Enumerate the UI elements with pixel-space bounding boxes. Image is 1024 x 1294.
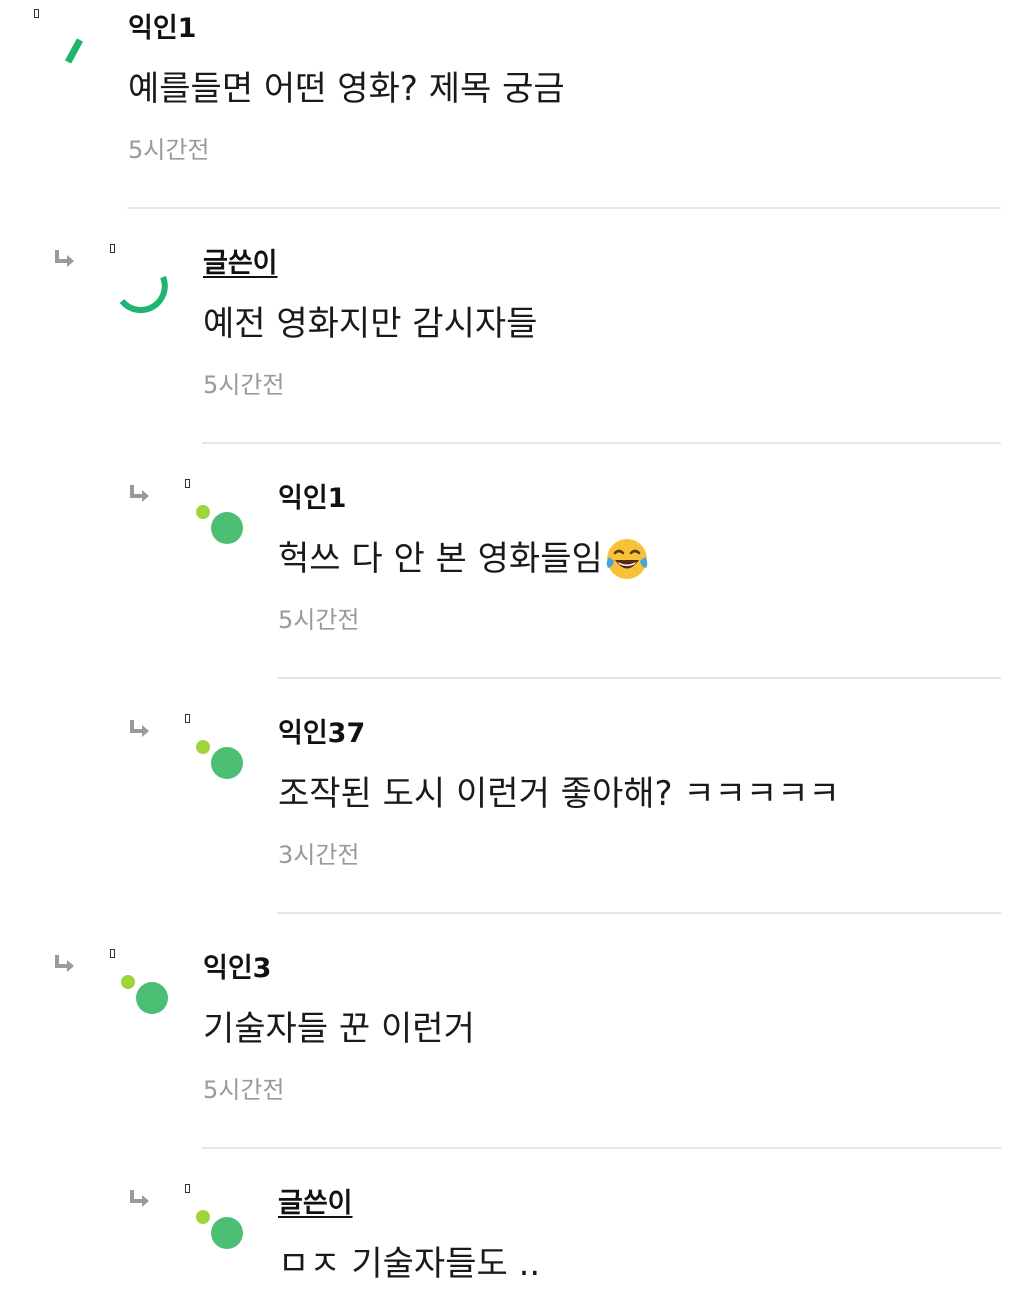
comment-item: 글쓴이 ㅁㅈ 기술자들도 .. <box>0 1175 1024 1294</box>
comment-author[interactable]: 익인1 <box>128 12 565 46</box>
comment-time: 3시간전 <box>278 841 360 869</box>
comment-item: 익인1 헉쓰 다 안 본 영화들임 5시간전 <box>0 470 1024 705</box>
comment-divider <box>277 677 1001 679</box>
comment-item: 글쓴이 예전 영화지만 감시자들 5시간전 <box>0 235 1024 470</box>
comment-text: 예전 영화지만 감시자들 <box>203 302 537 346</box>
comment-divider <box>127 207 1001 209</box>
comment-text: 예를들면 어떤 영화? 제목 궁금 <box>128 67 565 111</box>
avatar-icon[interactable] <box>185 1195 255 1265</box>
comment-author[interactable]: 글쓴이 <box>278 1187 540 1221</box>
avatar-icon[interactable] <box>110 255 180 325</box>
avatar-icon[interactable] <box>42 20 112 90</box>
comment-author[interactable]: 글쓴이 <box>203 247 537 281</box>
comment-body: 예를들면 어떤 영화? 제목 궁금 <box>128 69 565 109</box>
status-marker <box>185 1184 190 1193</box>
reply-arrow-icon <box>52 247 78 273</box>
comment-author[interactable]: 익인3 <box>203 952 475 986</box>
avatar-icon[interactable] <box>110 960 180 1030</box>
comment-body: ㅁㅈ 기술자들도 .. <box>278 1244 541 1284</box>
comment-author[interactable]: 익인1 <box>278 482 649 516</box>
comment-divider <box>202 442 1001 444</box>
status-marker <box>185 479 190 488</box>
avatar-icon[interactable] <box>185 490 255 560</box>
comment-body: 예전 영화지만 감시자들 <box>203 304 538 344</box>
status-marker <box>34 9 39 18</box>
status-marker <box>110 244 115 253</box>
comment-body: 헉쓰 다 안 본 영화들임 <box>278 539 603 579</box>
comment-time: 5시간전 <box>128 136 210 164</box>
reply-arrow-icon <box>127 1187 153 1213</box>
comment-time: 5시간전 <box>203 371 285 399</box>
comment-text: 기술자들 꾼 이런거 <box>203 1007 475 1051</box>
comment-divider <box>202 1147 1001 1149</box>
comment-thread: 익인1 예를들면 어떤 영화? 제목 궁금 5시간전 글쓴이 예전 영화지만 감… <box>0 0 1024 1294</box>
comment-text: 헉쓰 다 안 본 영화들임 <box>278 537 649 581</box>
comment-author[interactable]: 익인37 <box>278 717 840 751</box>
comment-time: 5시간전 <box>278 606 360 634</box>
comment-body: 조작된 도시 이런거 좋아해? ㅋㅋㅋㅋㅋ <box>278 774 840 814</box>
reply-arrow-icon <box>52 952 78 978</box>
reply-arrow-icon <box>127 482 153 508</box>
comment-time: 5시간전 <box>203 1076 285 1104</box>
comment-text: ㅁㅈ 기술자들도 .. <box>278 1242 540 1286</box>
status-marker <box>185 714 190 723</box>
reply-arrow-icon <box>127 717 153 743</box>
comment-divider <box>277 912 1001 914</box>
comment-text: 조작된 도시 이런거 좋아해? ㅋㅋㅋㅋㅋ <box>278 772 840 816</box>
comment-item: 익인1 예를들면 어떤 영화? 제목 궁금 5시간전 <box>0 0 1024 235</box>
status-marker <box>110 949 115 958</box>
avatar-icon[interactable] <box>185 725 255 795</box>
face-with-tears-of-joy-emoji <box>605 537 649 581</box>
comment-item: 익인37 조작된 도시 이런거 좋아해? ㅋㅋㅋㅋㅋ 3시간전 <box>0 705 1024 940</box>
comment-item: 익인3 기술자들 꾼 이런거 5시간전 <box>0 940 1024 1175</box>
comment-body: 기술자들 꾼 이런거 <box>203 1009 475 1049</box>
